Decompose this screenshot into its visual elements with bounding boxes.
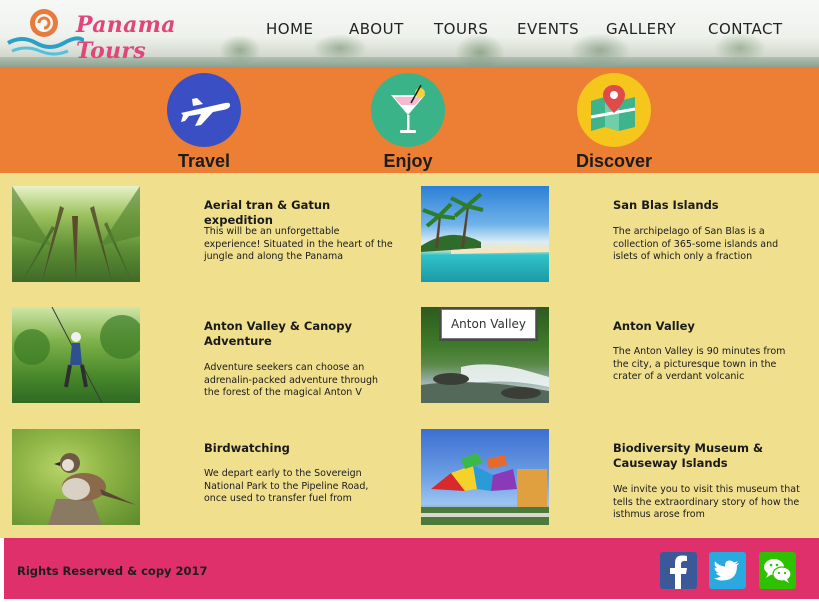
zipline-image[interactable] xyxy=(12,307,140,403)
cocktail-icon xyxy=(371,73,445,147)
tour-description: The Anton Valley is 90 minutes from the … xyxy=(613,346,786,382)
tour-description: We depart early to the Sovereign Nationa… xyxy=(204,468,369,504)
feature-label-travel: Travel xyxy=(177,151,231,171)
tour-title: San Blas Islands xyxy=(613,198,719,212)
twitter-icon[interactable] xyxy=(709,552,746,589)
museum-image[interactable] xyxy=(421,429,549,525)
wechat-icon[interactable] xyxy=(759,552,796,589)
nav-about[interactable]: ABOUT xyxy=(349,20,404,38)
feature-band: Travel Enjoy Discover xyxy=(0,67,819,173)
nav-gallery[interactable]: GALLERY xyxy=(606,20,676,38)
airplane-icon xyxy=(167,73,241,147)
feature-discover[interactable]: Discover xyxy=(554,73,674,173)
image-tooltip: Anton Valley xyxy=(441,309,536,339)
copyright-text: Rights Reserved & copy 2017 xyxy=(17,564,208,578)
tour-title: Biodiversity Museum & Causeway Islands xyxy=(613,441,764,470)
feature-travel[interactable]: Travel xyxy=(144,73,264,173)
facebook-icon[interactable] xyxy=(660,552,697,589)
tour-description: This will be an unforgettable experience… xyxy=(204,226,393,262)
site-header: Panama Tours HOME ABOUT TOURS EVENTS GAL… xyxy=(0,0,819,67)
feature-enjoy[interactable]: Enjoy xyxy=(348,73,468,173)
tour-description: Adventure seekers can choose an adrenali… xyxy=(204,362,379,398)
main-nav: HOME ABOUT TOURS EVENTS GALLERY CONTACT xyxy=(0,20,819,42)
nav-home[interactable]: HOME xyxy=(266,20,314,38)
nav-tours[interactable]: TOURS xyxy=(434,20,488,38)
beach-island-image[interactable] xyxy=(421,186,549,282)
tour-description: We invite you to visit this museum that … xyxy=(613,484,800,520)
jungle-canopy-image[interactable] xyxy=(12,186,140,282)
tour-title: Anton Valley & Canopy Adventure xyxy=(204,319,352,348)
tour-description: The archipelago of San Blas is a collect… xyxy=(613,226,779,262)
map-icon xyxy=(577,73,651,147)
nav-events[interactable]: EVENTS xyxy=(517,20,579,38)
nav-contact[interactable]: CONTACT xyxy=(708,20,783,38)
tour-title: Anton Valley xyxy=(613,319,695,333)
sparrow-image[interactable] xyxy=(12,429,140,525)
feature-label-discover: Discover xyxy=(575,151,653,171)
tour-title: Birdwatching xyxy=(204,441,290,455)
site-footer: Rights Reserved & copy 2017 xyxy=(4,538,819,599)
tour-title: Aerial tran & Gatun expedition xyxy=(204,198,331,227)
feature-label-enjoy: Enjoy xyxy=(383,151,433,171)
